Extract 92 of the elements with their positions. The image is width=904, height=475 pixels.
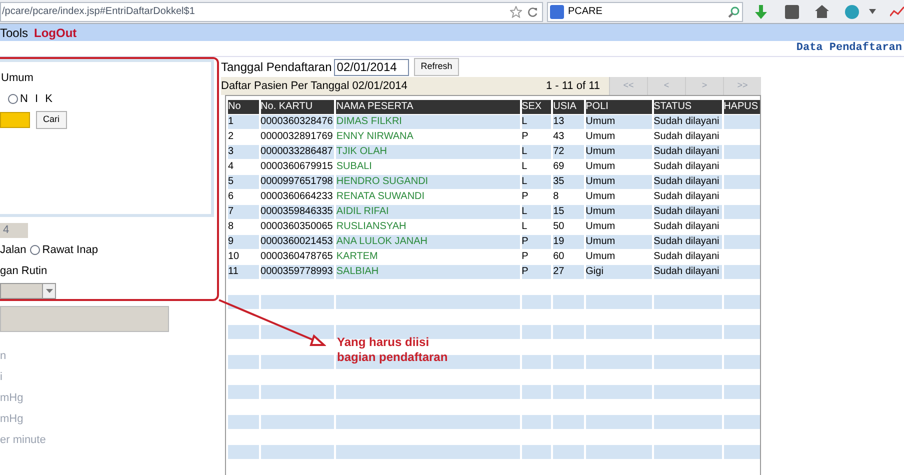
table-cell: P — [522, 265, 552, 279]
unit-label: er minute — [0, 434, 47, 447]
table-cell: Umum — [586, 145, 652, 159]
chart-icon[interactable] — [890, 6, 904, 18]
table-cell: 3 — [228, 145, 259, 159]
table-cell: Umum — [586, 205, 652, 219]
column-header: HAPUS — [724, 100, 760, 114]
table-cell: P — [522, 235, 552, 249]
search-text: PCARE — [568, 5, 604, 19]
table-cell: 13 — [553, 115, 584, 129]
visit-type-label: gan Rutin — [0, 264, 48, 278]
table-cell: 0000033286487 — [260, 145, 334, 159]
column-header: STATUS — [654, 100, 722, 114]
table-cell: 27 — [553, 265, 584, 279]
table-cell: Sudah dilayani — [654, 265, 722, 279]
table-cell: 15 — [553, 205, 584, 219]
caret-icon — [46, 289, 52, 293]
table-cell: 0000997651798 — [260, 175, 334, 189]
unit-label: i — [0, 371, 4, 384]
page-title: Data Pendaftaran — [796, 40, 902, 56]
column-header: POLI — [586, 100, 652, 114]
search-button[interactable]: Cari — [36, 111, 67, 129]
table-cell: 0000359846335 — [260, 205, 334, 219]
download-icon[interactable] — [755, 4, 768, 18]
table-cell: Gigi — [586, 265, 652, 279]
table-cell: SALBIAH — [336, 265, 520, 279]
annotation-text: Yang harus diisi bagian pendaftaran — [337, 335, 448, 365]
column-header: No. KARTU — [260, 100, 334, 114]
table-cell: Umum — [586, 115, 652, 129]
dropdown-icon[interactable] — [869, 9, 876, 14]
table-cell: 11 — [228, 265, 259, 279]
table-cell: 7 — [228, 205, 259, 219]
unit-label: mHg — [0, 392, 24, 405]
column-header: SEX — [522, 100, 552, 114]
search-bar[interactable]: PCARE — [547, 2, 744, 22]
unit-label: n — [0, 350, 8, 363]
menu-item[interactable]: LogOut — [34, 24, 77, 42]
table-cell: Sudah dilayani — [654, 115, 722, 129]
card-number-field[interactable] — [0, 112, 30, 128]
menu-item[interactable]: Tools — [0, 24, 28, 42]
star-icon[interactable] — [510, 6, 522, 18]
address-bar[interactable]: /pcare/pcare/index.jsp#EntriDaftarDokkel$1 — [0, 2, 543, 22]
table-cell: Sudah dilayani — [654, 145, 722, 159]
list-title: Daftar Pasien Per Tanggal 02/01/2014 — [221, 78, 408, 94]
select-field[interactable] — [0, 283, 56, 299]
table-cell: Sudah dilayani — [654, 205, 722, 219]
table-cell: AIDIL RIFAI — [336, 205, 520, 219]
radio-button[interactable] — [8, 94, 18, 104]
date-field: 4 — [0, 223, 28, 238]
table-cell: Sudah dilayani — [654, 235, 722, 249]
table-cell: DIMAS FILKRI — [336, 115, 520, 129]
table-cell: ANA LULOK JANAH — [336, 235, 520, 249]
table-cell: L — [522, 115, 552, 129]
table-cell: 19 — [553, 235, 584, 249]
category-label: Umum — [0, 71, 34, 86]
table-cell: 9 — [228, 235, 259, 249]
table-cell: 72 — [553, 145, 584, 159]
url-text: /pcare/pcare/index.jsp#EntriDaftarDokkel$1 — [2, 5, 196, 19]
date-label: Tanggal Pendaftaran — [221, 59, 332, 76]
table-cell: Sudah dilayani — [654, 160, 722, 174]
column-header: No — [228, 100, 259, 114]
refresh-button[interactable]: Refresh — [414, 58, 460, 76]
radio-button[interactable] — [30, 245, 40, 256]
table-cell: Sudah dilayani — [654, 250, 722, 264]
column-header: NAMA PESERTA — [336, 100, 520, 114]
table-cell: L — [522, 205, 552, 219]
page-count: 1 - 11 of 11 — [546, 78, 601, 94]
table-cell: 1 — [228, 115, 259, 129]
table-cell: Sudah dilayani — [654, 175, 722, 189]
table-cell: Umum — [586, 235, 652, 249]
table-cell: 5 — [228, 175, 259, 189]
table-cell: Sudah dilayani — [654, 190, 722, 204]
table-cell: TJIK OLAH — [336, 145, 520, 159]
table-cell: 0000360021453 — [260, 235, 334, 249]
table-cell: HENDRO SUGANDI — [336, 175, 520, 189]
table-cell: 0000359778993 — [260, 265, 334, 279]
home-icon[interactable] — [815, 5, 830, 18]
reload-icon[interactable] — [528, 6, 538, 16]
table-cell: L — [522, 175, 552, 189]
table-cell: 35 — [553, 175, 584, 189]
table-cell: Umum — [586, 175, 652, 189]
table-cell: 0000360328476 — [260, 115, 334, 129]
table-cell: Sudah dilayani — [654, 220, 722, 234]
radio-label: Jalan — [0, 243, 26, 258]
table-cell: Sudah dilayani — [654, 130, 722, 144]
search-icon[interactable] — [728, 6, 740, 18]
table-cell: L — [522, 145, 552, 159]
date-input[interactable]: 02/01/2014 — [334, 58, 409, 76]
radio-label: Rawat Inap — [42, 243, 98, 258]
column-header: USIA — [553, 100, 584, 114]
unit-label: mHg — [0, 413, 24, 426]
radio-label: N I K — [20, 92, 54, 106]
